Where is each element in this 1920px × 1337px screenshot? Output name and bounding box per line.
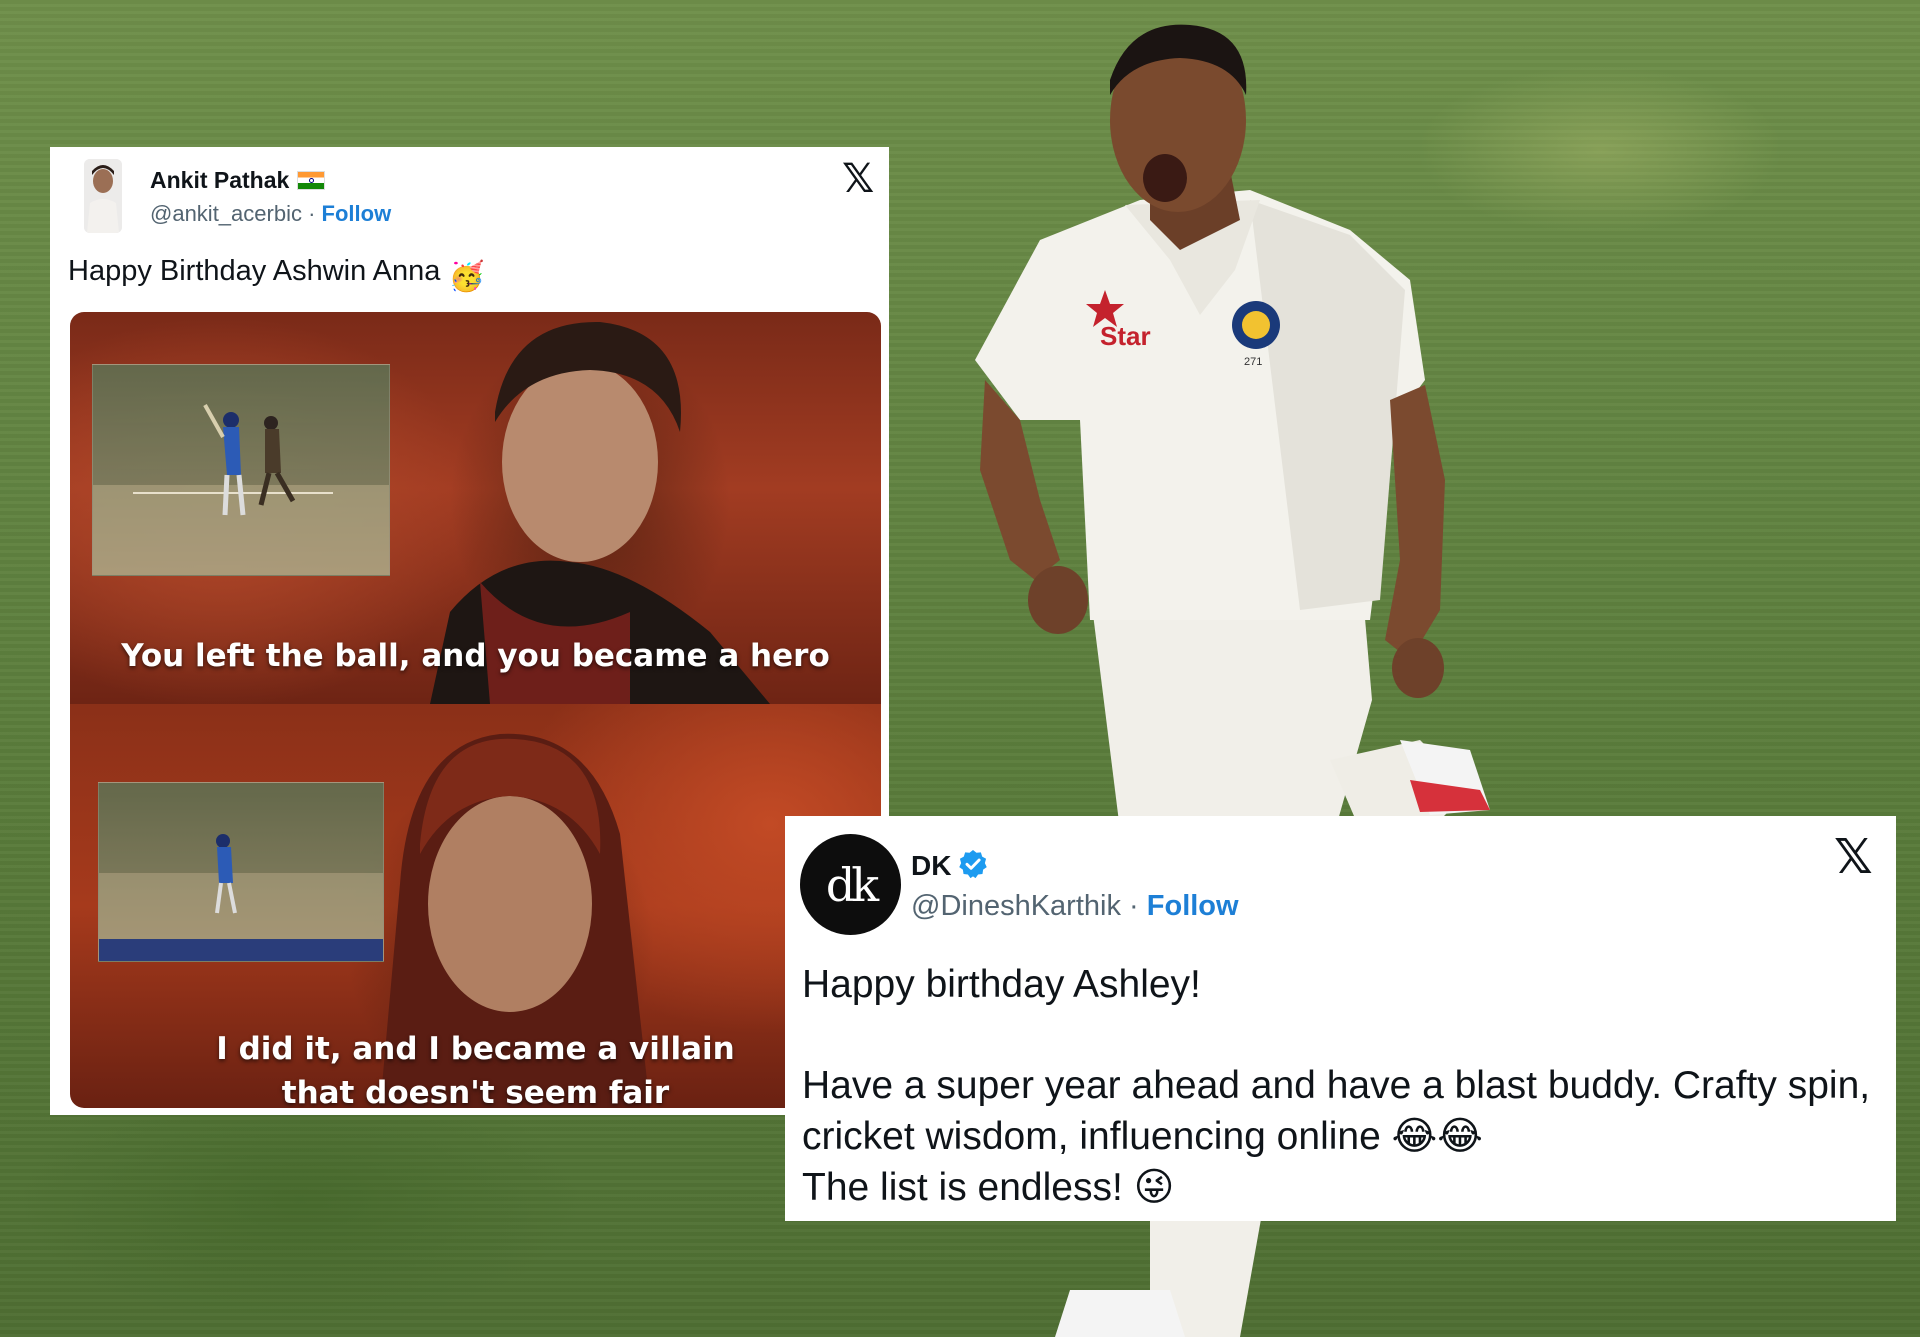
meme-caption-top: You left the ball, and you became a hero: [121, 638, 830, 674]
display-name[interactable]: Ankit Pathak: [150, 167, 326, 194]
user-handle[interactable]: @DineshKarthik: [911, 890, 1121, 922]
verified-badge-icon: [959, 850, 988, 879]
meme-image[interactable]: You left the ball, and you became a hero: [70, 312, 881, 1108]
tweet-text: Happy Birthday Ashwin Anna 🥳: [68, 255, 485, 294]
tweet-line-2-text: Have a super year ahead and have a blast…: [802, 1064, 1871, 1158]
party-face-emoji-icon: 🥳: [448, 261, 485, 293]
tweet-text: Happy birthday Ashley! Have a super year…: [802, 959, 1882, 1213]
tweet-card-dk[interactable]: dk DK @DineshKarthik · Follow 𝕏 Happy bi…: [785, 816, 1896, 1221]
meme-panel-bottom: I did it, and I became a villain that do…: [70, 704, 881, 1108]
tweet-line-3-text: The list is endless!: [802, 1166, 1123, 1209]
laughing-tears-emoji-icon: 😂😂: [1391, 1115, 1483, 1158]
cricket-clip-inset-bottom: [98, 782, 384, 962]
winking-tongue-emoji-icon: 😜: [1133, 1166, 1175, 1209]
x-logo-icon[interactable]: 𝕏: [842, 159, 874, 199]
svg-text:271: 271: [1244, 356, 1262, 368]
tweet-line-1: Happy birthday Ashley!: [802, 963, 1201, 1006]
svg-text:Star: Star: [1100, 321, 1151, 351]
tweet-line-2: Have a super year ahead and have a blast…: [802, 1060, 1882, 1162]
profile-photo-icon: [84, 159, 122, 233]
separator-dot: ·: [308, 201, 316, 226]
cricket-clip-inset-top: [92, 364, 390, 576]
user-handle[interactable]: @ankit_acerbic: [150, 201, 302, 226]
india-flag-icon: [297, 171, 326, 190]
meme-caption-bottom-line2: that doesn't seem fair: [281, 1075, 670, 1108]
display-name-text: DK: [911, 850, 952, 881]
x-logo-icon[interactable]: 𝕏: [1834, 834, 1873, 882]
tweet-text-body: Happy Birthday Ashwin Anna: [68, 255, 441, 287]
fielder-clip: [99, 834, 383, 961]
tweet-card-ankit[interactable]: Ankit Pathak @ankit_acerbic · Follow 𝕏 H…: [50, 147, 889, 1115]
handle-line: @DineshKarthik · Follow: [911, 890, 1239, 923]
batsman-clip: [93, 404, 389, 575]
display-name[interactable]: DK: [911, 848, 989, 882]
meme-caption-bottom: I did it, and I became a villain that do…: [70, 1027, 881, 1108]
avatar[interactable]: [84, 159, 122, 233]
tweet-line-3: The list is endless! 😜: [802, 1162, 1882, 1213]
display-name-text: Ankit Pathak: [150, 167, 290, 193]
avatar[interactable]: dk: [800, 834, 901, 935]
handle-line: @ankit_acerbic · Follow: [150, 201, 391, 227]
meme-panel-top: You left the ball, and you became a hero: [70, 312, 881, 704]
follow-button[interactable]: Follow: [1147, 890, 1239, 922]
follow-button[interactable]: Follow: [322, 201, 392, 226]
meme-caption-bottom-line1: I did it, and I became a villain: [216, 1031, 735, 1067]
separator-dot: ·: [1129, 890, 1139, 922]
